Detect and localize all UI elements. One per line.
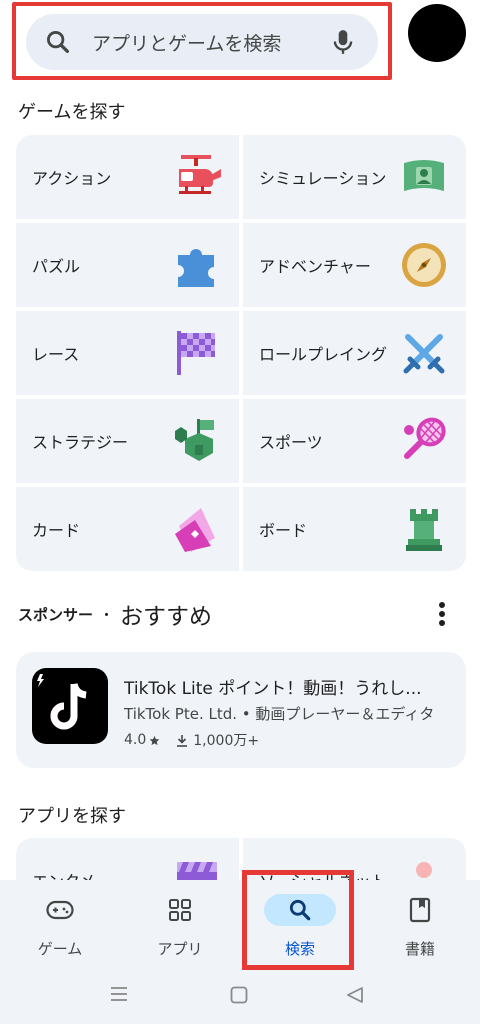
home-icon[interactable] bbox=[230, 986, 248, 1004]
microphone-icon[interactable] bbox=[330, 28, 358, 56]
more-options-icon[interactable] bbox=[438, 602, 448, 626]
category-label: パズル bbox=[32, 257, 81, 276]
category-label: アクション bbox=[32, 169, 112, 188]
category-card[interactable]: カード bbox=[16, 487, 239, 571]
gamepad-icon bbox=[30, 894, 90, 926]
sponsored-separator: ・ bbox=[99, 605, 115, 624]
category-action[interactable]: アクション bbox=[16, 135, 239, 219]
app-downloads: 1,000万+ bbox=[193, 733, 260, 749]
category-adventure[interactable]: アドベンチャー bbox=[243, 223, 466, 307]
nav-label: アプリ bbox=[157, 940, 203, 958]
sponsored-title: おすすめ bbox=[120, 604, 213, 630]
nav-games[interactable]: ゲーム bbox=[0, 880, 120, 980]
category-label: カード bbox=[32, 521, 81, 540]
checkered-flag-icon bbox=[171, 327, 223, 379]
nav-highlight-frame bbox=[242, 870, 354, 970]
nav-books[interactable]: 書籍 bbox=[360, 880, 480, 980]
app-name: TikTok Lite ポイント！動画！うれし... bbox=[124, 679, 422, 699]
category-puzzle[interactable]: パズル bbox=[16, 223, 239, 307]
category-sports[interactable]: スポーツ bbox=[243, 399, 466, 483]
category-roleplaying[interactable]: ロールプレイング bbox=[243, 311, 466, 395]
account-avatar[interactable] bbox=[408, 4, 466, 62]
sponsored-header: スポンサー ・ おすすめ bbox=[18, 596, 468, 632]
category-label: シミュレーション bbox=[259, 169, 387, 188]
cards-icon bbox=[171, 503, 223, 555]
nav-label: ゲーム bbox=[37, 940, 83, 958]
games-section-title: ゲームを探す bbox=[18, 102, 126, 123]
category-label: レース bbox=[32, 345, 80, 364]
apps-grid-icon bbox=[150, 894, 210, 926]
tiktok-app-icon bbox=[32, 668, 108, 744]
search-input[interactable]: アプリとゲームを検索 bbox=[92, 29, 330, 56]
app-rating: 4.0 bbox=[124, 732, 147, 748]
chess-rook-icon bbox=[398, 503, 450, 555]
game-categories-grid: アクション シミュレーション パズル アドベンチャー レース ロールプレイング bbox=[16, 135, 466, 571]
simulation-icon bbox=[398, 151, 450, 203]
tennis-icon bbox=[398, 415, 450, 467]
puzzle-icon bbox=[171, 239, 223, 291]
search-icon bbox=[44, 28, 76, 56]
back-icon[interactable] bbox=[346, 986, 364, 1004]
book-icon bbox=[390, 894, 450, 926]
category-board[interactable]: ボード bbox=[243, 487, 466, 571]
app-meta: 4.0 1,000万+ bbox=[124, 730, 259, 750]
category-label: スポーツ bbox=[259, 433, 323, 452]
sponsored-prefix: スポンサー bbox=[18, 605, 94, 624]
category-label: ボード bbox=[259, 521, 308, 540]
search-bar[interactable]: アプリとゲームを検索 bbox=[26, 14, 378, 70]
app-developer: TikTok Pte. Ltd. • 動画プレーヤー＆エディタ bbox=[124, 705, 435, 723]
search-highlight-frame: アプリとゲームを検索 bbox=[12, 2, 392, 80]
nav-label: 書籍 bbox=[404, 940, 435, 958]
sponsored-app-card[interactable]: TikTok Lite ポイント！動画！うれし... TikTok Pte. L… bbox=[16, 652, 466, 768]
system-navigation-bar bbox=[0, 970, 480, 1024]
strategy-icon bbox=[171, 415, 223, 467]
category-strategy[interactable]: ストラテジー bbox=[16, 399, 239, 483]
star-icon bbox=[149, 735, 160, 746]
helicopter-icon bbox=[171, 151, 223, 203]
category-simulation[interactable]: シミュレーション bbox=[243, 135, 466, 219]
category-label: ロールプレイング bbox=[259, 345, 388, 364]
recents-icon[interactable] bbox=[110, 986, 128, 1002]
category-racing[interactable]: レース bbox=[16, 311, 239, 395]
crossed-swords-icon bbox=[398, 327, 450, 379]
apps-section-title: アプリを探す bbox=[18, 806, 126, 827]
nav-apps[interactable]: アプリ bbox=[120, 880, 240, 980]
download-icon bbox=[176, 734, 188, 747]
compass-icon bbox=[398, 239, 450, 291]
category-label: アドベンチャー bbox=[259, 257, 371, 276]
category-label: ストラテジー bbox=[32, 433, 129, 452]
